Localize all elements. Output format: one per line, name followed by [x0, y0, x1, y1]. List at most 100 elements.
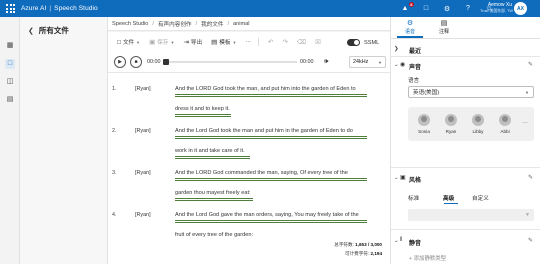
voice-name: Ryan	[445, 129, 457, 134]
document-icon[interactable]: □	[5, 59, 15, 69]
breadcrumb-item-speech-studio[interactable]: Speech Studio	[112, 21, 148, 27]
file-icon: □	[117, 38, 121, 46]
book-icon[interactable]: ▤	[5, 95, 15, 105]
paragraph-voice[interactable]: [Ryan]	[135, 128, 151, 134]
voice-icon: ◉	[400, 62, 406, 68]
current-time: 00:00	[147, 59, 161, 65]
undo-icon: ↶	[268, 39, 274, 46]
toolbar-divider	[258, 38, 260, 46]
paragraph-voice[interactable]: [Ryan]	[135, 212, 151, 218]
properties-panel: ⚙ 语音 ▤ 注释 ❯ 最近 ⌄ ◉ 声音 ✎ 语言 英语(美国) ▼ Sonia R…	[390, 17, 540, 264]
active-style-tab-indicator	[444, 203, 458, 204]
voice-avatar	[445, 114, 457, 126]
voice-option-sonia[interactable]: Sonia	[413, 114, 435, 134]
redo-button[interactable]: ↷	[282, 38, 287, 46]
paragraph-text-line[interactable]: And the Lord God took the man and put hi…	[175, 128, 353, 134]
more-voices-icon[interactable]: ···	[522, 120, 528, 126]
ssml-toggle[interactable]	[347, 39, 360, 46]
pause-section-label: 静音	[409, 241, 422, 247]
avatar[interactable]: AX	[514, 2, 527, 15]
add-pause-button[interactable]: + 添加静默类型	[409, 254, 446, 262]
voice-tab-icon: ⚙	[406, 20, 414, 27]
more-button[interactable]: ···	[245, 39, 251, 45]
chevron-down-icon: ▼	[525, 212, 530, 218]
eraser-button[interactable]: ⌫	[297, 38, 306, 46]
brand-separator: |	[49, 5, 52, 12]
chevron-down-icon: ▼	[232, 39, 237, 45]
voice-name: Abbi	[500, 129, 510, 134]
collapse-icon[interactable]: ❮	[28, 27, 34, 35]
chevron-down-icon: ⌄	[394, 175, 399, 181]
help-icon[interactable]: ?	[463, 5, 473, 12]
brand[interactable]: Azure AI | Speech Studio	[21, 5, 98, 12]
breadcrumb-separator: /	[227, 20, 230, 27]
play-icon: ▶	[118, 59, 122, 65]
breadcrumb-separator: /	[152, 20, 154, 27]
voice-name: Sonia	[418, 129, 430, 134]
files-title: 所有文件	[38, 26, 69, 35]
voice-underline	[175, 156, 250, 159]
file-menu-button[interactable]: □ 文件 ▼	[117, 38, 140, 47]
paragraph-text-line[interactable]: And the LORD God took the man, and put h…	[175, 86, 356, 92]
user-region: Trust·美国东部, TW	[480, 9, 513, 13]
breadcrumb-item-my-files[interactable]: 我的文件	[201, 20, 223, 28]
reset-icon[interactable]: ✎	[528, 61, 533, 68]
breadcrumb-item-audio-content[interactable]: 有声内容创作	[158, 20, 192, 28]
template-label: 模板	[219, 40, 231, 46]
app-launcher-icon[interactable]	[5, 3, 16, 14]
reset-icon[interactable]: ✎	[528, 237, 533, 244]
progress-thumb[interactable]	[163, 59, 169, 65]
voice-option-abbi[interactable]: Abbi	[494, 114, 516, 134]
language-select[interactable]: 英语(美国) ▼	[408, 86, 534, 98]
play-button[interactable]: ▶	[114, 56, 126, 68]
export-label: 导出	[190, 40, 203, 46]
save-button[interactable]: ▣ 保存 ▼	[149, 38, 174, 46]
paragraph-number: 1.	[112, 86, 117, 92]
chevron-down-icon: ▼	[378, 59, 382, 65]
voice-underline	[175, 114, 231, 117]
clipboard-icon[interactable]: ◫	[5, 77, 15, 87]
tab-voice[interactable]: ⚙ 语音	[395, 19, 425, 35]
reset-icon[interactable]: ✎	[528, 174, 533, 181]
tab-notes[interactable]: ▤ 注释	[429, 19, 459, 35]
paragraph-text-line[interactable]: dress it and to keep it.	[175, 106, 230, 112]
undo-button[interactable]: ↶	[268, 38, 273, 46]
notification-icon[interactable]: ▲ 8	[400, 2, 414, 12]
voice-underline	[175, 178, 367, 181]
paragraph-text-line[interactable]: And the Lord God gave the man orders, sa…	[175, 212, 359, 218]
voice-option-libby[interactable]: Libby	[467, 114, 489, 134]
paragraph-text-line[interactable]: garden thou mayest freely eat:	[175, 190, 251, 196]
volume-icon[interactable]: 🕪	[324, 58, 328, 66]
paragraph-text-line[interactable]: fruit of every tree of the garden:	[175, 232, 253, 238]
language-label: 语言	[408, 78, 420, 84]
style-select[interactable]: ▼	[408, 209, 534, 221]
voice-underline	[175, 220, 367, 223]
chevron-down-icon: ▼	[170, 39, 175, 45]
user-info[interactable]: Aemow Xu Trust·美国东部, TW	[480, 2, 513, 14]
paragraph-number: 4.	[112, 212, 117, 218]
recent-label: 最近	[409, 49, 422, 55]
paragraph-number: 2.	[112, 128, 117, 134]
template-button[interactable]: ▤ 模板 ▼	[211, 38, 236, 46]
stop-button[interactable]: ■	[130, 56, 142, 68]
character-counts: 总字符数: 1,653 / 3,000 可计费字符: 2,194	[298, 240, 382, 258]
tab-standard[interactable]: 标准	[408, 194, 419, 202]
delete-button[interactable]: ☒	[315, 38, 321, 46]
library-icon[interactable]: ▦	[5, 41, 15, 51]
voice-option-ryan[interactable]: Ryan	[440, 114, 462, 134]
voice-underline	[175, 94, 367, 97]
sample-rate-value: 24kHz	[353, 59, 369, 65]
tab-advanced[interactable]: 高级	[443, 194, 454, 202]
sample-rate-select[interactable]: 24kHz ▼	[349, 56, 386, 68]
settings-icon[interactable]: ⚙	[442, 5, 452, 13]
style-icon: ▣	[400, 175, 406, 181]
paragraph-voice[interactable]: [Ryan]	[135, 86, 151, 92]
chat-icon[interactable]: □	[421, 5, 431, 12]
progress-track[interactable]	[166, 61, 297, 63]
paragraph-voice[interactable]: [Ryan]	[135, 170, 151, 176]
export-button[interactable]: ⇥ 导出	[183, 38, 202, 46]
top-bar: Azure AI | Speech Studio ▲ 8 □ ⚙ ? ☺ Aemow …	[0, 0, 540, 17]
paragraph-text-line[interactable]: work in it and take care of it.	[175, 148, 245, 154]
paragraph-text-line[interactable]: And the LORD God commanded the man, sayi…	[175, 170, 348, 176]
tab-custom[interactable]: 自定义	[472, 194, 489, 202]
